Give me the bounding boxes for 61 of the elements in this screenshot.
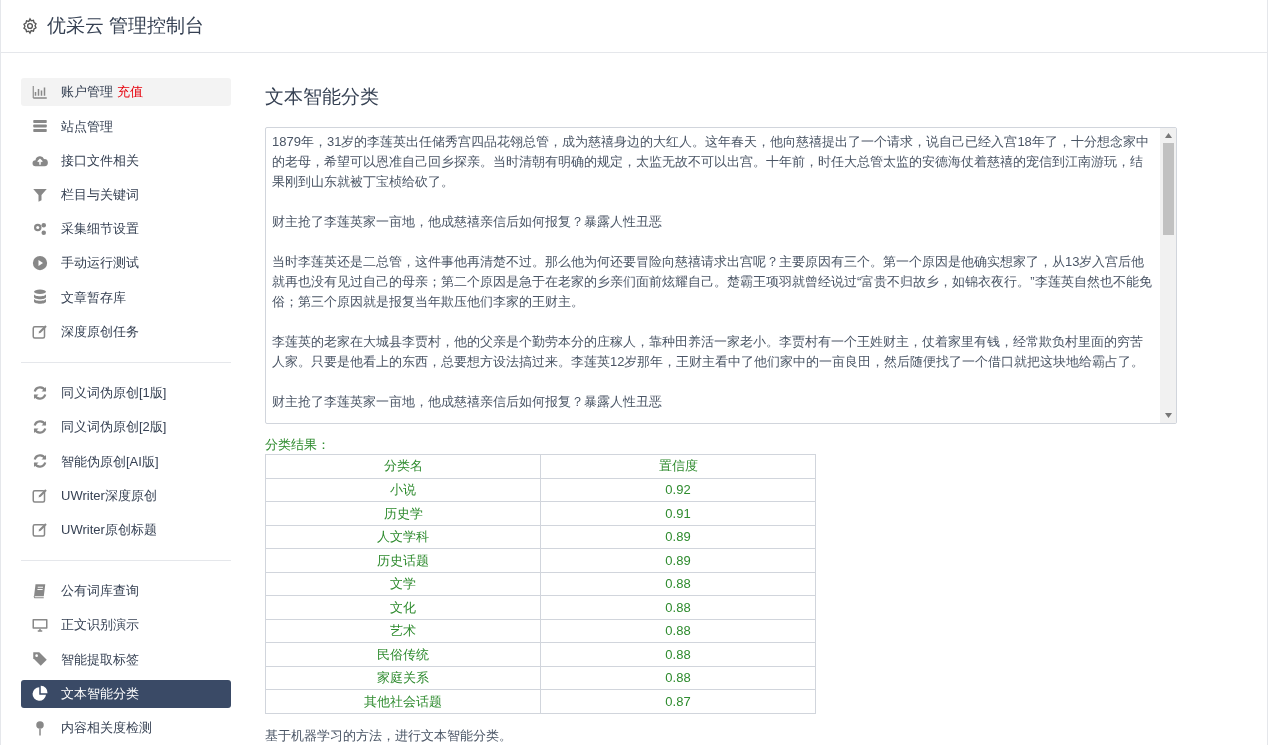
table-cell: 0.92	[540, 478, 816, 502]
pie-chart-icon	[31, 684, 49, 703]
monitor-icon	[31, 616, 49, 635]
sidebar-item[interactable]: 栏目与关键词	[21, 180, 231, 209]
table-cell: 0.88	[540, 642, 816, 666]
sidebar-item[interactable]: 手动运行测试	[21, 249, 231, 278]
table-cell: 其他社会话题	[265, 689, 541, 713]
play-icon	[31, 254, 49, 273]
sidebar-item[interactable]: 公有词库查询	[21, 576, 231, 606]
page-title: 文本智能分类	[265, 85, 380, 109]
table-cell: 文化	[265, 595, 541, 619]
edit-icon	[31, 486, 49, 505]
recharge-link[interactable]: 充值	[117, 82, 143, 102]
app-title: 优采云 管理控制台	[47, 13, 205, 38]
edit-icon	[31, 520, 49, 539]
table-cell: 0.89	[540, 525, 816, 549]
refresh-icon	[31, 452, 49, 471]
description-text: 基于机器学习的方法，进行文本智能分类。	[265, 726, 513, 745]
table-cell: 0.88	[540, 595, 816, 619]
table-cell: 文学	[265, 572, 541, 596]
sidebar-item[interactable]: 文章暂存库	[21, 283, 231, 312]
sidebar-item[interactable]: 内容相关度检测	[21, 713, 231, 742]
column-header: 置信度	[540, 454, 816, 478]
table-cell: 0.88	[540, 619, 816, 643]
scrollbar-thumb[interactable]	[1162, 142, 1174, 235]
table-cell: 家庭关系	[265, 666, 541, 690]
settings-icon	[21, 17, 39, 35]
table-cell: 历史话题	[265, 548, 541, 572]
scroll-down-icon[interactable]	[1164, 412, 1172, 418]
sidebar-item[interactable]: 接口文件相关	[21, 146, 231, 175]
table-cell: 民俗传统	[265, 642, 541, 666]
sidebar-item[interactable]: 同义词伪原创[1版]	[21, 378, 231, 407]
edit-icon	[31, 322, 49, 341]
bar-chart-icon	[31, 83, 49, 102]
sidebar-item[interactable]: 智能提取标签	[21, 645, 231, 674]
column-header: 分类名	[265, 454, 541, 478]
table-cell: 0.88	[540, 572, 816, 596]
sidebar-item[interactable]: UWriter深度原创	[21, 481, 231, 510]
sidebar-item[interactable]: 深度原创任务	[21, 317, 231, 346]
sidebar-item[interactable]: 同义词伪原创[2版]	[21, 412, 231, 442]
table-cell: 人文学科	[265, 525, 541, 549]
sidebar-item[interactable]: 文本智能分类	[21, 679, 231, 708]
table-cell: 0.87	[540, 689, 816, 713]
sidebar-item[interactable]: 正文识别演示	[21, 611, 231, 640]
sidebar-item[interactable]: 账户管理 充值	[21, 78, 231, 107]
sidebar-item[interactable]: 采集细节设置	[21, 214, 231, 244]
table-cell: 小说	[265, 478, 541, 502]
sidebar-item[interactable]: UWriter原创标题	[21, 515, 231, 544]
table-cell: 0.89	[540, 548, 816, 572]
result-label: 分类结果：	[265, 435, 331, 454]
table-cell: 艺术	[265, 619, 541, 643]
table-cell: 0.91	[540, 501, 816, 525]
table-cell: 历史学	[265, 501, 541, 525]
refresh-icon	[31, 418, 49, 437]
scroll-up-icon[interactable]	[1164, 132, 1172, 138]
refresh-icon	[31, 383, 49, 402]
sidebar-item[interactable]: 智能伪原创[AI版]	[21, 447, 231, 476]
database-icon	[31, 288, 49, 307]
table-cell: 0.88	[540, 666, 816, 690]
text-input-field[interactable]: 1879年，31岁的李莲英出任储秀宫四品花翎总管，成为慈禧身边的大红人。这年春天，他向慈禧提出了一个请求，说自己已经入宫18年了，十分想念家中的老母，希望可以恩准自己回乡探亲。当时清朝有明确的规定，太监无故不可以出宫。十年前，时任大总管太监的安德海仗着慈禧的宠信到江南游玩，结果刚到山东就被丁宝桢给砍了。 财主抢了李莲英家一亩地，他成慈禧亲信后如何报复？暴露人性丑恶 当时李莲英还是二总管，这件事他再清楚不过。那么他为何还要冒险向慈禧请求出宫呢？主要原因有三个。第一个原因是他确实想家了，从13岁入宫后他就再也没有见过自己的母亲；第二个原因是急于在老家的乡亲们面前炫耀自己。楚霸王项羽就曾经说过“富贵不归故乡，如锦衣夜行。”李莲英自然也不能免俗；第三个原因就是报复当年欺压他们李家的王财主。 李莲英的老家在大城县李贾村，他的父亲是个勤劳本分的庄稼人，靠种田养活一家老小。李贾村有一个王姓财主，仗着家里有钱，经常欺负村里面的穷苦人家。只要是他看上的东西，总要想方设法搞过来。李莲英12岁那年，王财主看中了他们家中的一亩良田，然后随便找了一个借口就把这块地给霸占了。 财主抢了李莲英家一亩地，他成慈禧亲信后如何报复？暴露人性丑恶	[265, 126, 1177, 424]
sidebar-item[interactable]: 站点管理	[21, 112, 231, 141]
